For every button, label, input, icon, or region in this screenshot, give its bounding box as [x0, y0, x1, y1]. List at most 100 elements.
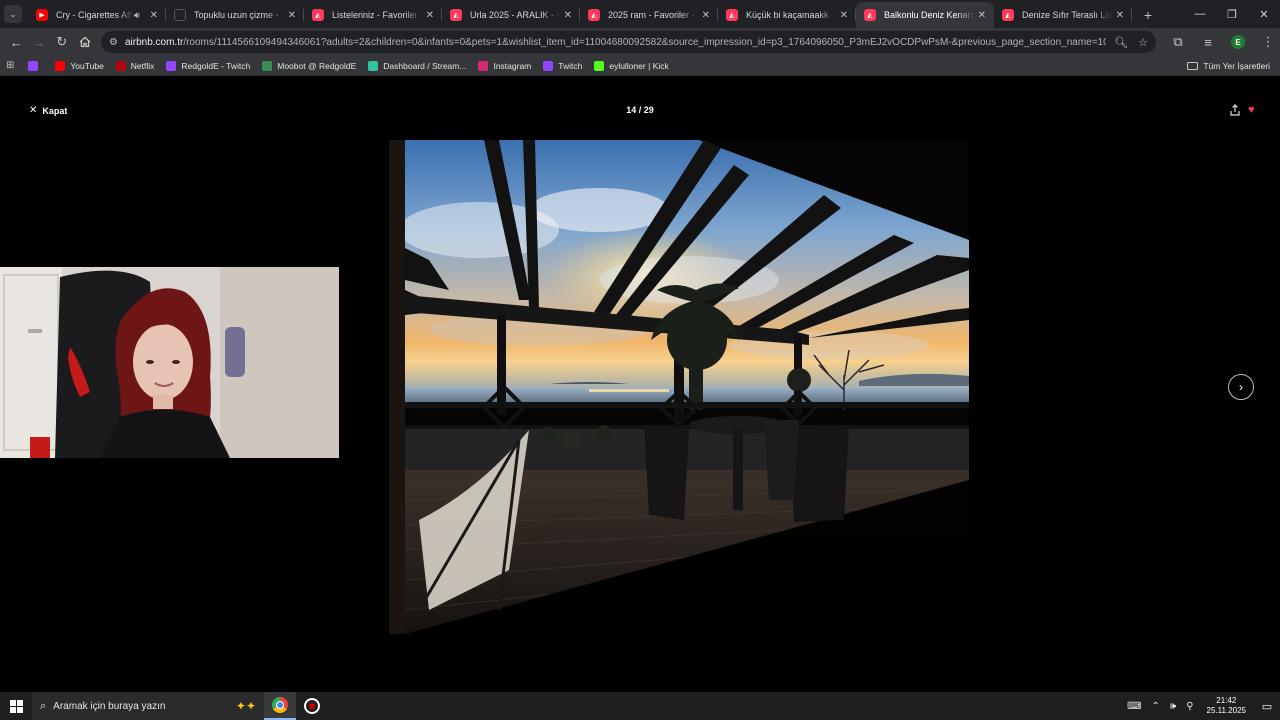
photo-viewer: ✕ Kapat 14 / 29 ♥ ›	[0, 77, 1280, 692]
tab-close-icon[interactable]: ✕	[426, 10, 434, 21]
new-tab-button[interactable]: +	[1136, 3, 1160, 27]
bookmark-item[interactable]: eylulloner | Kick	[594, 60, 669, 71]
url-host: airbnb.com.tr	[124, 36, 184, 48]
browser-tab[interactable]: ◭ Listeleriniz - Favoriler - Air ✕	[304, 2, 442, 28]
tray-expand-icon[interactable]: ⌃	[1152, 701, 1160, 712]
tab-title: Balkonlu Deniz Kenarı Dai	[884, 10, 974, 20]
airbnb-icon: ◭	[726, 9, 738, 21]
bookmark-item[interactable]: Twitch	[543, 60, 582, 71]
arrow-left-icon: ←	[9, 34, 23, 50]
site-info-icon[interactable]: ⚙	[109, 37, 118, 48]
avatar: E	[1231, 35, 1245, 49]
tab-close-icon[interactable]: ✕	[288, 10, 296, 21]
tab-title: 2025 ram - Favoriler - Airb	[608, 10, 698, 20]
system-tray: ⌨ ⌃ 🕪︎ ⚲ 21:42 25.11.2025 ▭	[1122, 692, 1280, 720]
browser-tab[interactable]: ◭ Denize Sıfır Teraslı Loft - A ✕	[994, 2, 1132, 28]
twitch-icon	[543, 60, 554, 71]
window-controls: — ❐ ✕	[1184, 0, 1280, 28]
browser-tab[interactable]: Topuklu uzun çizme - Kad ✕	[166, 2, 304, 28]
taskbar-chrome[interactable]	[264, 692, 296, 720]
tab-close-icon[interactable]: ✕	[1116, 10, 1124, 21]
twitch-icon	[28, 60, 39, 71]
apps-grid-icon[interactable]: ⊞	[6, 60, 14, 71]
bookmark-label: eylulloner | Kick	[609, 60, 669, 71]
puzzle-icon: ⧉	[1173, 34, 1183, 49]
start-button[interactable]	[0, 692, 32, 720]
tab-close-icon[interactable]: ✕	[702, 10, 710, 21]
volume-icon[interactable]: 🕪︎	[1170, 701, 1176, 712]
menu-button[interactable]: ⋮	[1256, 30, 1280, 54]
forward-button[interactable]: →	[29, 30, 50, 54]
tab-close-icon[interactable]: ✕	[978, 10, 986, 21]
media-button[interactable]: ≡	[1196, 30, 1220, 54]
notification-icon[interactable]: ▭	[1254, 692, 1280, 720]
restore-button[interactable]: ❐	[1216, 0, 1248, 28]
reload-icon: ↻	[56, 34, 68, 49]
tab-close-icon[interactable]: ✕	[840, 10, 848, 21]
speaker-icon[interactable]: 🔊︎	[134, 10, 140, 21]
clock[interactable]: 21:42 25.11.2025	[1207, 696, 1246, 716]
close-window-button[interactable]: ✕	[1248, 0, 1280, 28]
taskbar-search[interactable]: ⌕ Aramak için buraya yazın ✦✦	[32, 692, 264, 720]
bookmark-item[interactable]: Dashboard / Stream...	[368, 60, 467, 71]
back-button[interactable]: ←	[6, 30, 27, 54]
bookmark-label: YouTube	[70, 60, 104, 71]
folder-icon	[1187, 61, 1199, 70]
minimize-button[interactable]: —	[1184, 0, 1216, 28]
bookmark-item[interactable]	[28, 60, 43, 71]
close-viewer-button[interactable]: ✕ Kapat	[29, 105, 67, 116]
youtube-icon	[55, 60, 66, 71]
photo-counter: 14 / 29	[626, 105, 654, 115]
bookmark-item[interactable]: YouTube	[55, 60, 104, 71]
keyboard-icon[interactable]: ⌨	[1127, 701, 1141, 712]
tab-close-icon[interactable]: ✕	[564, 10, 572, 21]
search-icon: ⌕	[40, 699, 47, 712]
chrome-icon	[272, 697, 288, 713]
next-photo-button[interactable]: ›	[1228, 374, 1254, 400]
home-button[interactable]	[74, 30, 95, 54]
browser-tab[interactable]: ◭ Balkonlu Deniz Kenarı Dai ✕	[856, 2, 994, 28]
taskbar-obs[interactable]	[296, 692, 328, 720]
bookmark-label: Moobot @ RedgoldE	[277, 60, 357, 71]
windows-taskbar: ⌕ Aramak için buraya yazın ✦✦ ⌨ ⌃ 🕪︎ ⚲ 2…	[0, 692, 1280, 720]
tab-close-icon[interactable]: ✕	[150, 10, 158, 21]
tab-title: Denize Sıfır Teraslı Loft - A	[1022, 10, 1112, 20]
share-icon[interactable]	[1229, 104, 1241, 116]
taskbar-search-placeholder: Aramak için buraya yazın	[53, 700, 166, 712]
windows-logo-icon	[9, 699, 23, 713]
media-queue-icon: ≡	[1204, 34, 1212, 50]
url-path: /rooms/1114566109494346061?adults=2&chil…	[183, 36, 1107, 48]
address-bar[interactable]: ⚙ airbnb.com.tr/rooms/111456610949434606…	[101, 31, 1156, 53]
bookmark-item[interactable]: Instagram	[478, 60, 531, 71]
bookmark-list: YouTube Netflix RedgoldE - Twitch Moobot @ …	[28, 60, 680, 71]
bookmark-item[interactable]: RedgoldE - Twitch	[166, 60, 251, 71]
bookmark-label: RedgoldE - Twitch	[181, 60, 251, 71]
tab-search-button[interactable]: ⌄	[4, 5, 22, 23]
heart-icon[interactable]: ♥	[1248, 104, 1255, 116]
browser-tab[interactable]: ◭ 2025 ram - Favoriler - Airb ✕	[580, 2, 718, 28]
bookmarks-bar: ⊞ YouTube Netflix RedgoldE - Twitch Moobot …	[0, 56, 1280, 76]
bookmark-item[interactable]: Netflix	[115, 60, 155, 71]
streamlabs-icon	[368, 60, 379, 71]
all-bookmarks-button[interactable]: Tüm Yer İşaretleri	[1187, 61, 1270, 71]
instagram-icon	[478, 60, 489, 71]
bookmark-star-icon[interactable]: ☆	[1138, 36, 1148, 49]
browser-tab[interactable]: ▶ Cry - Cigarettes After 🔊︎ ✕	[28, 2, 166, 28]
url-text: airbnb.com.tr/rooms/1114566109494346061?…	[125, 37, 1106, 48]
close-label: Kapat	[42, 105, 68, 116]
clock-time: 21:42	[1216, 696, 1237, 705]
generic-icon	[174, 9, 186, 21]
extensions-button[interactable]: ⧉	[1166, 30, 1190, 54]
network-icon[interactable]: ⚲	[1186, 701, 1193, 712]
browser-tab[interactable]: ◭ Küçük bi kaçamaakk - Fav ✕	[718, 2, 856, 28]
bookmark-label: Dashboard / Stream...	[383, 60, 467, 71]
bookmark-label: Netflix	[130, 60, 155, 71]
zoom-icon[interactable]: 🔍︎	[1114, 36, 1128, 49]
webcam-overlay	[0, 267, 339, 458]
bookmark-item[interactable]: Moobot @ RedgoldE	[262, 60, 357, 71]
reload-button[interactable]: ↻	[52, 30, 73, 54]
profile-button[interactable]: E	[1226, 30, 1250, 54]
clock-date: 25.11.2025	[1206, 706, 1246, 715]
browser-tab[interactable]: ◭ Urla 2025 - ARALIK - Favo ✕	[442, 2, 580, 28]
airbnb-icon: ◭	[312, 9, 324, 21]
